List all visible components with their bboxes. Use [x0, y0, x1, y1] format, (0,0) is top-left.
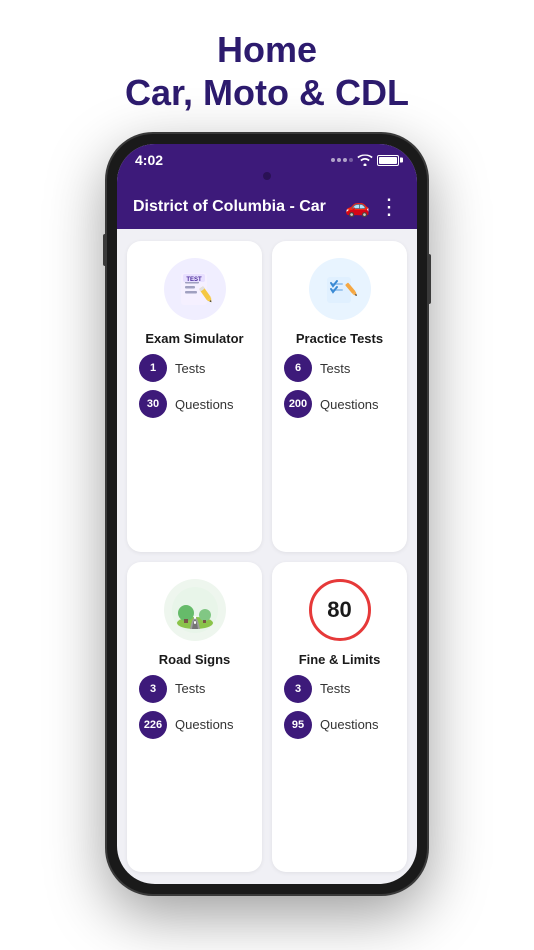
exam-stat-questions: 30 Questions [139, 390, 250, 418]
status-time: 4:02 [135, 152, 163, 168]
road-signs-icon-area [139, 576, 250, 644]
practice-tests-label-stat: Tests [320, 361, 350, 376]
exam-simulator-card[interactable]: TEST Exam Simulator 1 [127, 241, 262, 552]
road-stat-questions: 226 Questions [139, 711, 250, 739]
practice-tests-icon-area [284, 255, 395, 323]
practice-tests-card[interactable]: Practice Tests 6 Tests 200 Questions [272, 241, 407, 552]
road-questions-label: Questions [175, 717, 234, 732]
phone-frame: 4:02 [107, 134, 427, 894]
exam-simulator-label: Exam Simulator [139, 331, 250, 346]
speed-limit-number: 80 [327, 597, 351, 623]
fine-limits-icon-area: 80 [284, 576, 395, 644]
road-tests-badge: 3 [139, 675, 167, 703]
title-line1: Home [217, 29, 317, 70]
practice-questions-label: Questions [320, 397, 379, 412]
fine-limits-label: Fine & Limits [284, 652, 395, 667]
main-grid: TEST Exam Simulator 1 [117, 229, 417, 884]
practice-questions-badge: 200 [284, 390, 312, 418]
status-icons [331, 154, 399, 166]
fine-tests-badge: 3 [284, 675, 312, 703]
practice-stat-tests: 6 Tests [284, 354, 395, 382]
exam-questions-badge: 30 [139, 390, 167, 418]
exam-simulator-icon-area: TEST [139, 255, 250, 323]
road-signs-icon [164, 579, 226, 641]
page-title: Home Car, Moto & CDL [125, 28, 409, 114]
exam-tests-label: Tests [175, 361, 205, 376]
road-questions-badge: 226 [139, 711, 167, 739]
wifi-icon [357, 154, 373, 166]
phone-screen: 4:02 [117, 144, 417, 884]
app-bar: District of Columbia - Car 🚗 ⋮ [117, 184, 417, 229]
exam-questions-label: Questions [175, 397, 234, 412]
practice-stat-questions: 200 Questions [284, 390, 395, 418]
road-signs-card[interactable]: Road Signs 3 Tests 226 Questions [127, 562, 262, 873]
exam-simulator-icon: TEST [164, 258, 226, 320]
fine-questions-badge: 95 [284, 711, 312, 739]
camera-notch [117, 172, 417, 184]
road-stat-tests: 3 Tests [139, 675, 250, 703]
car-icon: 🚗 [345, 194, 370, 219]
exam-stat-tests: 1 Tests [139, 354, 250, 382]
practice-tests-label: Practice Tests [284, 331, 395, 346]
fine-tests-label: Tests [320, 681, 350, 696]
practice-tests-icon [309, 258, 371, 320]
fine-stat-questions: 95 Questions [284, 711, 395, 739]
fine-questions-label: Questions [320, 717, 379, 732]
signal-icon [331, 158, 353, 162]
road-signs-label: Road Signs [139, 652, 250, 667]
svg-text:TEST: TEST [186, 277, 202, 283]
title-line2: Car, Moto & CDL [125, 72, 409, 113]
page-header: Home Car, Moto & CDL [125, 0, 409, 134]
more-menu-button[interactable]: ⋮ [378, 196, 401, 218]
fine-limits-card[interactable]: 80 Fine & Limits 3 Tests 95 Questions [272, 562, 407, 873]
status-bar: 4:02 [117, 144, 417, 172]
fine-stat-tests: 3 Tests [284, 675, 395, 703]
app-bar-title: District of Columbia - Car [133, 198, 337, 216]
practice-tests-badge: 6 [284, 354, 312, 382]
exam-tests-badge: 1 [139, 354, 167, 382]
fine-limits-icon: 80 [309, 579, 371, 641]
battery-icon [377, 155, 399, 166]
road-tests-label: Tests [175, 681, 205, 696]
camera-dot [263, 172, 271, 180]
